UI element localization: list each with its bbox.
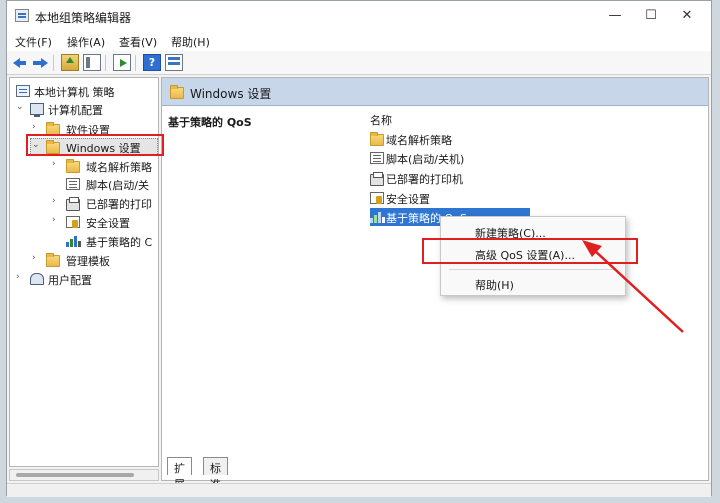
list-item-security[interactable]: 安全设置 [370, 189, 530, 207]
menu-help[interactable]: 帮助(H) [171, 34, 210, 50]
list-item-label: 脚本(启动/关机) [386, 153, 465, 166]
tree-item-deployed-printers[interactable]: › 已部署的打印 [16, 194, 156, 212]
close-button[interactable]: ✕ [669, 4, 705, 28]
menu-item-help[interactable]: 帮助(H) [475, 277, 514, 293]
toolbar-separator [135, 55, 136, 71]
tab-extended[interactable]: 扩展 [167, 457, 192, 491]
list-item-dns-policy[interactable]: 域名解析策略 [370, 130, 530, 148]
tree-item-label: 管理模板 [66, 255, 110, 268]
toolbar-separator [53, 55, 54, 71]
printer-icon [370, 172, 384, 186]
list-item-scripts[interactable]: 脚本(启动/关机) [370, 149, 530, 167]
tree-item-security-settings[interactable]: › 安全设置 [16, 213, 156, 231]
maximize-button[interactable]: ☐ [633, 4, 669, 28]
toolbar-separator [105, 55, 106, 71]
expand-chevron-icon[interactable]: › [32, 122, 36, 132]
help-icon[interactable]: ? [143, 54, 161, 71]
tree-item-root[interactable]: 本地计算机 策略 [16, 82, 156, 100]
tree-item-dns-policy[interactable]: › 域名解析策略 [16, 157, 156, 175]
tree-item-qos[interactable]: 基于策略的 C [16, 232, 156, 250]
tree-horizontal-scrollbar[interactable] [9, 469, 159, 481]
column-header-name[interactable]: 名称 [370, 112, 392, 128]
menu-view[interactable]: 查看(V) [119, 34, 157, 50]
list-item-label: 已部署的打印机 [386, 173, 463, 186]
tree-item-label: 计算机配置 [48, 104, 103, 117]
list-item-label: 安全设置 [386, 193, 430, 206]
folder-icon [170, 85, 184, 99]
highlight-box-windows-settings [26, 134, 164, 156]
tree-item-scripts[interactable]: 脚本(启动/关 [16, 175, 156, 193]
printer-icon [66, 197, 80, 211]
tree-item-user-config[interactable]: › 用户配置 [16, 270, 156, 288]
folder-icon [370, 132, 384, 146]
folder-icon [46, 253, 60, 267]
show-hide-tree-icon[interactable] [83, 54, 101, 71]
tree-item-label: 基于策略的 C [86, 236, 153, 249]
list-item-printers[interactable]: 已部署的打印机 [370, 169, 530, 187]
security-icon [66, 216, 80, 228]
expand-chevron-icon[interactable]: › [52, 159, 56, 169]
tree-item-label: 安全设置 [86, 217, 130, 230]
tree-item-label: 域名解析策略 [86, 161, 152, 174]
script-icon [370, 152, 384, 164]
security-icon [370, 192, 384, 204]
highlight-box-advanced-qos [422, 238, 638, 264]
expand-chevron-icon[interactable]: › [52, 215, 56, 225]
tree-item-label: 已部署的打印 [86, 198, 152, 211]
toolbar: ? [7, 51, 711, 75]
expand-chevron-icon[interactable]: › [16, 272, 20, 282]
app-icon [15, 9, 29, 22]
tree-item-admin-templates[interactable]: › 管理模板 [16, 251, 156, 269]
tree-item-label: 脚本(启动/关 [86, 179, 149, 192]
menu-bar: 文件(F) 操作(A) 查看(V) 帮助(H) [7, 31, 711, 51]
back-arrow-icon[interactable] [11, 54, 29, 71]
policy-icon [16, 85, 30, 97]
tree-item-label: 本地计算机 策略 [34, 86, 115, 99]
collapse-chevron-icon[interactable]: ⌄ [16, 102, 24, 112]
content-header-title: Windows 设置 [190, 87, 272, 101]
user-icon [30, 273, 44, 285]
tree-item-label: 用户配置 [48, 274, 92, 287]
menu-separator [449, 269, 617, 270]
menu-file[interactable]: 文件(F) [15, 34, 52, 50]
computer-icon [30, 103, 44, 117]
title-bar: 本地组策略编辑器 — ☐ ✕ [7, 1, 711, 31]
view-options-icon[interactable] [165, 54, 183, 71]
up-level-icon[interactable] [61, 54, 79, 71]
minimize-button[interactable]: — [597, 4, 633, 28]
qos-bar-chart-icon [66, 235, 81, 247]
status-bar [7, 483, 711, 497]
content-header: Windows 设置 [162, 78, 708, 106]
menu-action[interactable]: 操作(A) [67, 34, 105, 50]
script-icon [66, 178, 80, 190]
forward-arrow-icon[interactable] [31, 54, 49, 71]
expand-chevron-icon[interactable]: › [32, 253, 36, 263]
list-item-label: 域名解析策略 [386, 134, 452, 147]
folder-icon [66, 159, 80, 173]
tab-standard[interactable]: 标准 [203, 457, 228, 491]
content-pane: Windows 设置 基于策略的 QoS 名称 域名解析策略 脚本(启动/关机)… [161, 77, 709, 481]
window-title: 本地组策略编辑器 [35, 11, 132, 25]
qos-bar-chart-icon [370, 211, 385, 223]
export-list-icon[interactable] [113, 54, 131, 71]
tree-item-computer-config[interactable]: ⌄ 计算机配置 [16, 100, 156, 118]
expand-chevron-icon[interactable]: › [52, 196, 56, 206]
description-title: 基于策略的 QoS [168, 116, 252, 129]
